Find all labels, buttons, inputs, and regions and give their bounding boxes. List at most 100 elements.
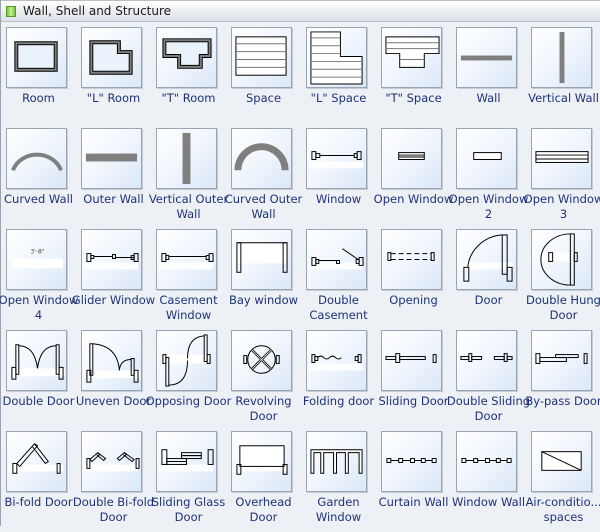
shape-tile[interactable] <box>381 27 442 88</box>
l-room-icon <box>89 40 133 75</box>
shape-tile[interactable] <box>456 27 517 88</box>
shape-tile[interactable] <box>456 330 517 391</box>
library-icon <box>6 6 16 17</box>
shape-tile[interactable] <box>456 128 517 189</box>
shape-item[interactable]: "L" Space <box>301 27 376 128</box>
shape-item[interactable]: Double Casement <box>301 229 376 330</box>
shape-label: Space <box>245 91 282 105</box>
shape-item[interactable]: "T" Room <box>151 27 226 128</box>
shape-item[interactable]: Opposing Door <box>146 330 231 431</box>
shape-label: Curved Outer Wall <box>224 192 303 221</box>
shape-tile[interactable] <box>231 229 292 290</box>
shape-tile[interactable] <box>6 330 67 391</box>
shape-item[interactable]: Sliding Door <box>376 330 451 431</box>
shape-tile[interactable] <box>6 27 67 88</box>
shape-label: Vertical Wall <box>528 91 599 105</box>
shape-tile[interactable] <box>531 27 592 88</box>
shape-library-panel: Wall, Shell and Structure Room "L" Room "T… <box>0 0 600 526</box>
shape-tile[interactable] <box>81 229 142 290</box>
shape-tile[interactable] <box>306 431 367 492</box>
shape-item[interactable]: Casement Window <box>151 229 226 330</box>
shape-tile[interactable] <box>531 229 592 290</box>
shape-label: Air-conditio... spaces <box>525 495 600 524</box>
shape-item[interactable]: Overhead Door <box>226 431 301 532</box>
shape-item[interactable]: Vertical Wall <box>526 27 600 128</box>
shape-tile[interactable] <box>156 128 217 189</box>
shape-item[interactable]: By-pass Door <box>525 330 600 431</box>
shape-tile[interactable] <box>156 229 217 290</box>
shape-item[interactable]: Open Window 3 <box>524 128 600 229</box>
shape-item[interactable]: "T" Space <box>376 27 451 128</box>
open-window-icon <box>398 152 425 160</box>
shape-item[interactable]: Uneven Door <box>76 330 151 431</box>
shape-tile[interactable] <box>381 229 442 290</box>
shape-tile[interactable] <box>531 330 592 391</box>
shape-item[interactable]: Double Hung Door <box>526 229 600 330</box>
shape-tile[interactable] <box>381 431 442 492</box>
shape-item[interactable]: Window Wall <box>451 431 526 532</box>
shape-item[interactable]: Space <box>226 27 301 128</box>
shape-item[interactable]: Bi-fold Door <box>1 431 76 532</box>
shape-item[interactable]: Bay window <box>226 229 301 330</box>
shape-item[interactable]: Wall <box>451 27 526 128</box>
shape-tile[interactable] <box>156 431 217 492</box>
shape-item[interactable]: Double Door <box>1 330 76 431</box>
shape-tile[interactable] <box>306 330 367 391</box>
shape-item[interactable]: Folding door <box>301 330 376 431</box>
shape-item[interactable]: Double Bi-fold Door <box>73 431 154 532</box>
shape-tile[interactable] <box>81 431 142 492</box>
shape-tile[interactable] <box>306 229 367 290</box>
shape-item[interactable]: Open Window <box>374 128 453 229</box>
shape-item[interactable]: Double Sliding Door <box>447 330 530 431</box>
shape-item[interactable]: Sliding Glass Door <box>151 431 226 532</box>
shape-item[interactable]: Revolving Door <box>226 330 301 431</box>
shape-item[interactable]: Door <box>451 229 526 330</box>
shape-tile[interactable] <box>156 330 217 391</box>
shape-tile[interactable] <box>81 128 142 189</box>
shape-item[interactable]: Window <box>301 128 376 229</box>
shape-item[interactable]: Outer Wall <box>76 128 151 229</box>
shape-tile[interactable] <box>381 128 442 189</box>
shape-tile[interactable] <box>156 27 217 88</box>
shape-tile[interactable] <box>531 431 592 492</box>
shape-tile[interactable] <box>231 330 292 391</box>
shape-item[interactable]: Opening <box>376 229 451 330</box>
room-icon <box>14 41 58 72</box>
shape-tile[interactable] <box>231 128 292 189</box>
shape-label: Window <box>315 192 362 206</box>
shape-item[interactable]: Room <box>1 27 76 128</box>
shape-tile[interactable] <box>6 431 67 492</box>
shape-item[interactable]: Garden Window <box>301 431 376 532</box>
shape-tile[interactable] <box>231 431 292 492</box>
window-wall-icon <box>461 458 512 463</box>
shape-item[interactable]: "L" Room <box>76 27 151 128</box>
shape-tile[interactable] <box>531 128 592 189</box>
shape-tile[interactable] <box>81 330 142 391</box>
shape-tile[interactable] <box>306 128 367 189</box>
shape-tile[interactable]: 3'-8" <box>6 229 67 290</box>
shape-tile[interactable] <box>81 27 142 88</box>
shape-item[interactable]: Open Window 2 <box>449 128 528 229</box>
open-window-2-icon <box>473 152 502 160</box>
shape-tile[interactable] <box>306 27 367 88</box>
shape-item[interactable]: Curved Wall <box>1 128 76 229</box>
shape-label: Opening <box>389 293 438 307</box>
shape-tile[interactable] <box>231 27 292 88</box>
shape-item[interactable]: 3'-8" Open Window 4 <box>0 229 78 330</box>
shape-item[interactable]: Vertical Outer Wall <box>149 128 228 229</box>
shape-label: Outer Wall <box>83 192 144 206</box>
shape-tile[interactable] <box>456 229 517 290</box>
shape-tile[interactable] <box>6 128 67 189</box>
shape-tile[interactable] <box>456 431 517 492</box>
shape-item[interactable]: Glider Window <box>72 229 155 330</box>
shape-tile[interactable] <box>381 330 442 391</box>
shape-item[interactable]: Curtain Wall <box>376 431 451 532</box>
bay-window-icon <box>236 242 288 273</box>
shape-item[interactable]: Curved Outer Wall <box>225 128 302 229</box>
library-title-bar[interactable]: Wall, Shell and Structure <box>1 0 600 22</box>
shape-item[interactable]: Air-conditio... spaces <box>526 431 600 532</box>
double-hung-door-icon <box>540 233 578 286</box>
double-sliding-door-icon <box>460 353 513 362</box>
shape-label: Open Window 2 <box>448 192 529 221</box>
shape-label: "T" Room <box>161 91 216 105</box>
